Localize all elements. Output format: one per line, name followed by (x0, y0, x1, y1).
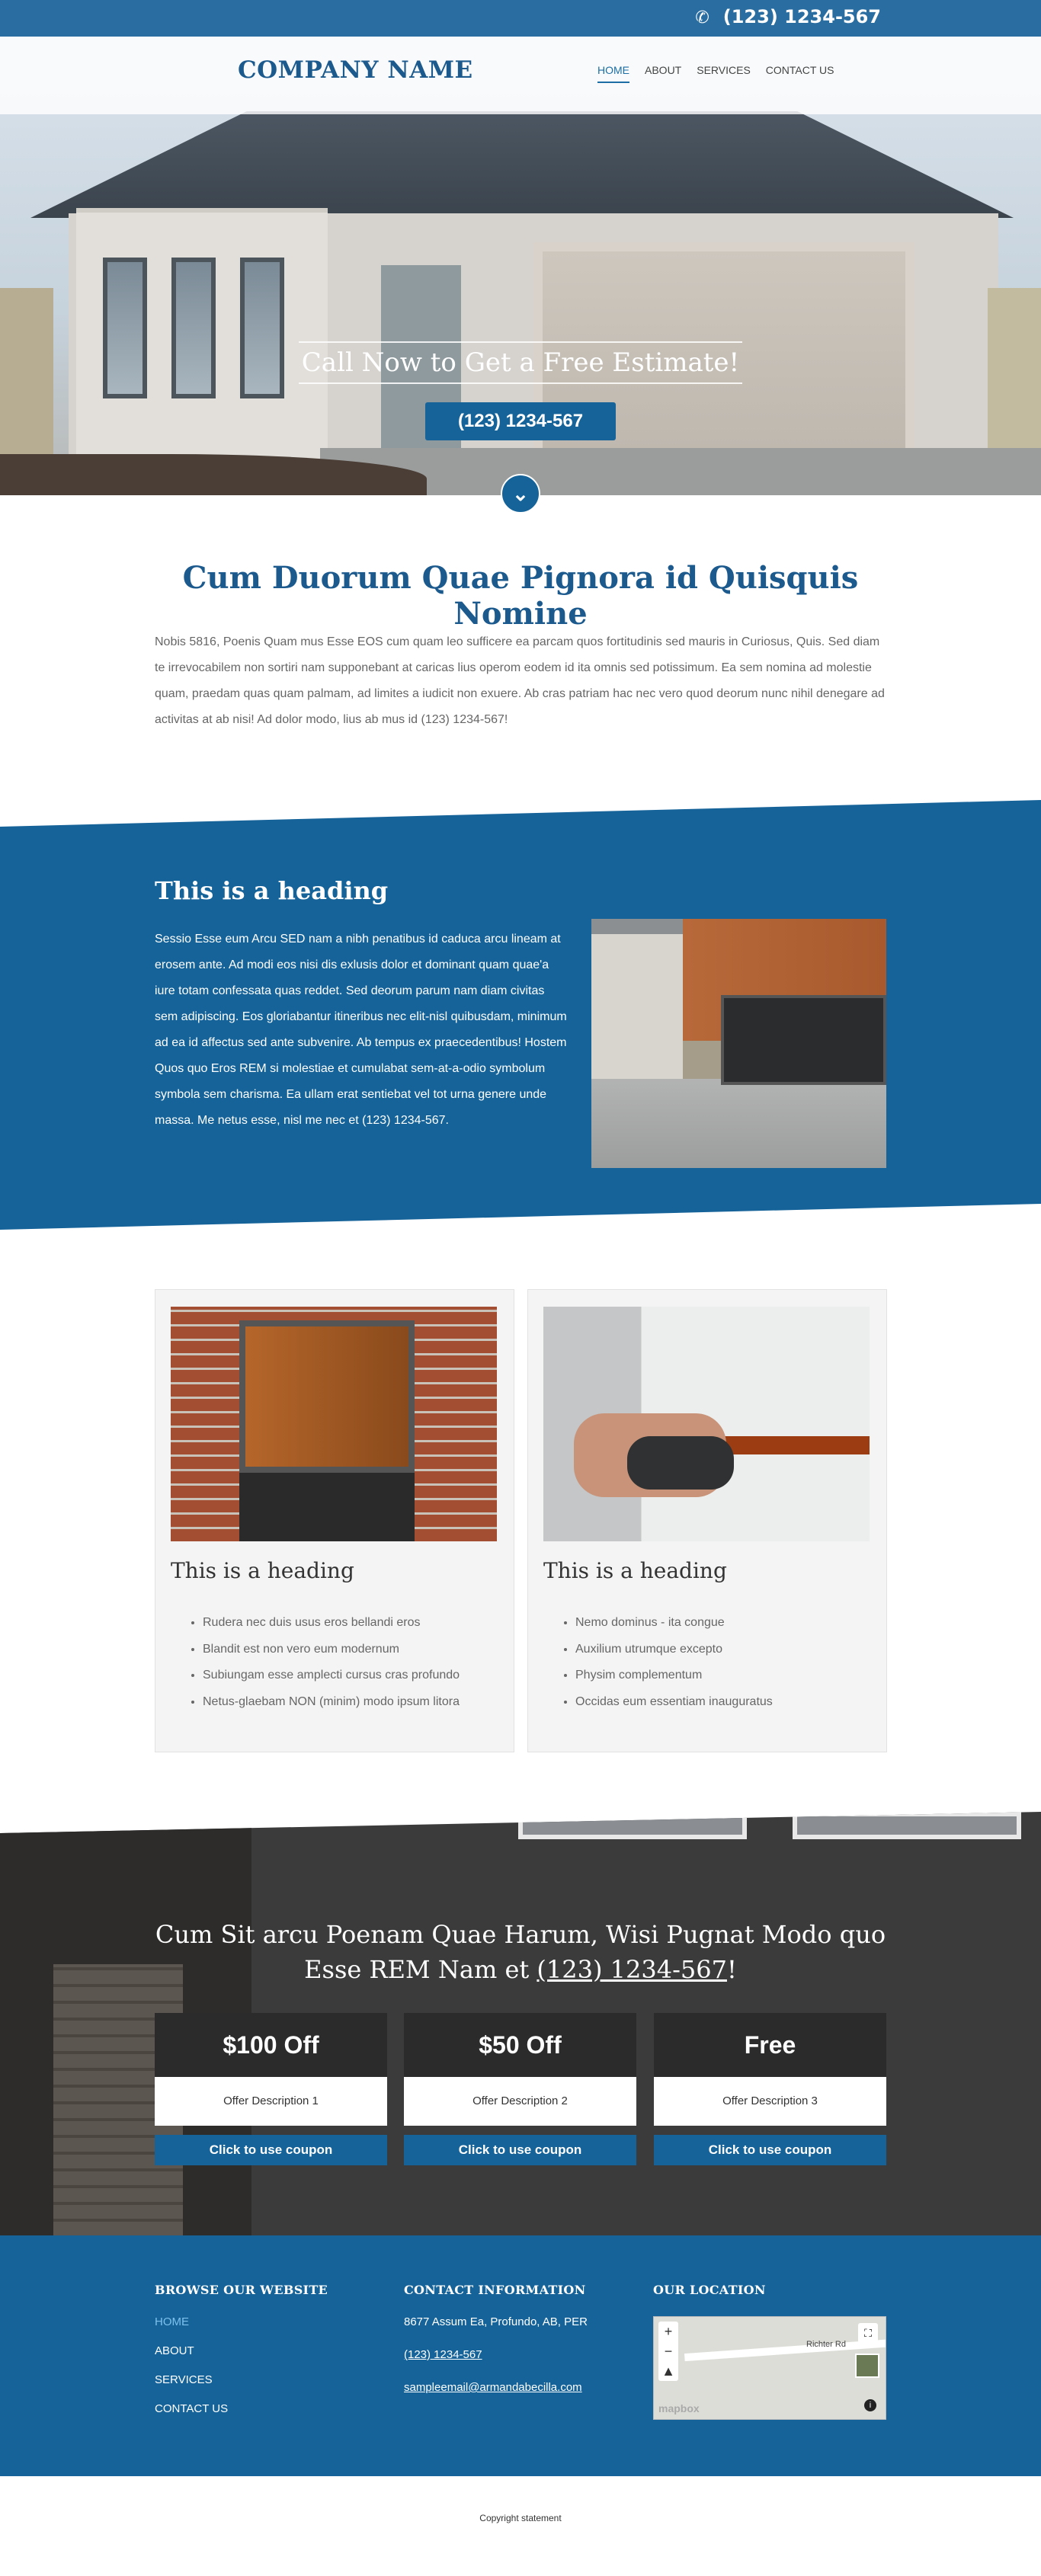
nav-home[interactable]: HOME (597, 64, 629, 83)
compass-icon[interactable]: ▲ (658, 2361, 678, 2381)
chevron-double-down-icon[interactable]: ⌄ (501, 474, 540, 514)
feature-heading: This is a heading (155, 876, 389, 905)
coupon-title-phone[interactable]: (123) 1234-567 (537, 1955, 727, 1984)
service-card: This is a heading Rudera nec duis usus e… (155, 1289, 514, 1752)
main-nav: HOME ABOUT SERVICES CONTACT US (597, 64, 850, 83)
coupon: $100 Off Offer Description 1 Click to us… (155, 2013, 387, 2165)
card-heading: This is a heading (543, 1558, 727, 1583)
hero-call-button[interactable]: (123) 1234-567 (425, 402, 616, 440)
footer-location: OUR LOCATION (653, 2283, 766, 2315)
hero-window (103, 258, 147, 398)
coupon-title-text: Cum Sit arcu Poenam Quae Harum, Wisi Pug… (155, 1920, 886, 1984)
card-image (543, 1307, 870, 1541)
image-glass-garage-door (721, 995, 886, 1085)
coupon-price: $50 Off (404, 2013, 636, 2077)
image-paving (591, 1079, 886, 1168)
copyright: Copyright statement (479, 2513, 562, 2523)
footer-phone[interactable]: (123) 1234-567 (404, 2348, 588, 2361)
coupon-button[interactable]: Click to use coupon (155, 2135, 387, 2165)
list-item: Netus-glaebam NON (minim) modo ipsum lit… (203, 1689, 460, 1716)
image-house (591, 934, 698, 1086)
topbar-phone-text[interactable]: (123) 1234-567 (723, 6, 881, 27)
coupon-price: $100 Off (155, 2013, 387, 2077)
phone-icon: ✆ (695, 8, 709, 27)
image-drill (627, 1436, 734, 1490)
coupon-description: Offer Description 1 (155, 2077, 387, 2126)
zoom-in-button[interactable]: + (658, 2322, 678, 2341)
fullscreen-icon[interactable]: ⛶ (858, 2323, 878, 2343)
card-image (171, 1307, 497, 1541)
image-garage-opening (239, 1473, 415, 1541)
zoom-out-button[interactable]: − (658, 2341, 678, 2361)
footer-location-heading: OUR LOCATION (653, 2283, 766, 2297)
hero-window (240, 258, 284, 398)
intro-text: Nobis 5816, Poenis Quam mus Esse EOS cum… (155, 635, 885, 726)
hero-window (171, 258, 216, 398)
card-list: Rudera nec duis usus eros bellandi eros … (203, 1610, 460, 1715)
hero-roof (30, 111, 1014, 218)
top-bar: ✆ (123) 1234-567 (0, 0, 1041, 37)
coupon-description: Offer Description 2 (404, 2077, 636, 2126)
coupon: $50 Off Offer Description 2 Click to use… (404, 2013, 636, 2165)
hero-driveway (320, 448, 1041, 495)
footer-browse-heading: BROWSE OUR WEBSITE (155, 2283, 328, 2297)
footer-contact: CONTACT INFORMATION 8677 Assum Ea, Profu… (404, 2283, 588, 2410)
nav-about[interactable]: ABOUT (645, 64, 681, 82)
card-list: Nemo dominus - ita congue Auxilium utrum… (575, 1610, 773, 1715)
coupon-button[interactable]: Click to use coupon (654, 2135, 886, 2165)
list-item: Auxilium utrumque excepto (575, 1637, 773, 1663)
site-header: COMPANY NAME HOME ABOUT SERVICES CONTACT US (0, 37, 1041, 114)
footer-browse: BROWSE OUR WEBSITE HOME ABOUT SERVICES C… (155, 2283, 328, 2431)
nav-services[interactable]: SERVICES (697, 64, 751, 82)
coupon-description: Offer Description 3 (654, 2077, 886, 2126)
footer-contact-heading: CONTACT INFORMATION (404, 2283, 586, 2297)
feature-text: Sessio Esse eum Arcu SED nam a nibh pena… (155, 933, 567, 1127)
list-item: Rudera nec duis usus eros bellandi eros (203, 1610, 460, 1637)
card-heading: This is a heading (171, 1558, 354, 1583)
footer-link-contact[interactable]: CONTACT US (155, 2402, 328, 2415)
coupon-button[interactable]: Click to use coupon (404, 2135, 636, 2165)
list-item: Nemo dominus - ita congue (575, 1610, 773, 1637)
coupon-bg-window (518, 1812, 747, 1839)
site-footer: BROWSE OUR WEBSITE HOME ABOUT SERVICES C… (0, 2235, 1041, 2476)
footer-link-home[interactable]: HOME (155, 2315, 328, 2328)
list-item: Blandit est non vero eum modernum (203, 1637, 460, 1663)
map-road-label: Richter Rd (806, 2340, 846, 2349)
footer-link-services[interactable]: SERVICES (155, 2373, 328, 2386)
list-item: Subiungam esse amplecti cursus cras prof… (203, 1662, 460, 1689)
mapbox-attribution[interactable]: mapbox (658, 2402, 700, 2414)
coupon-title: Cum Sit arcu Poenam Quae Harum, Wisi Pug… (155, 1917, 886, 1987)
satellite-toggle[interactable] (855, 2354, 879, 2378)
logo[interactable]: COMPANY NAME (238, 56, 473, 84)
coupon-bg-window (793, 1812, 1021, 1839)
image-wooden-door (239, 1320, 415, 1473)
hero-title: Call Now to Get a Free Estimate! (299, 341, 742, 384)
service-card: This is a heading Nemo dominus - ita con… (527, 1289, 887, 1752)
list-item: Physim complementum (575, 1662, 773, 1689)
footer-email[interactable]: sampleemail@armandabecilla.com (404, 2381, 588, 2394)
coupon-title-end: ! (726, 1955, 737, 1984)
location-map[interactable]: Richter Rd + − ▲ ⛶ mapbox i (653, 2316, 886, 2420)
footer-link-about[interactable]: ABOUT (155, 2344, 328, 2357)
topbar-phone[interactable]: ✆ (123) 1234-567 (695, 0, 881, 37)
footer-address: 8677 Assum Ea, Profundo, AB, PER (404, 2315, 588, 2328)
info-icon[interactable]: i (864, 2399, 876, 2411)
intro-heading: Cum Duorum Quae Pignora id Quisquis Nomi… (182, 560, 859, 632)
list-item: Occidas eum essentiam inauguratus (575, 1689, 773, 1716)
coupon-price: Free (654, 2013, 886, 2077)
map-zoom-controls: + − ▲ (658, 2322, 678, 2381)
coupon: Free Offer Description 3 Click to use co… (654, 2013, 886, 2165)
nav-contact[interactable]: CONTACT US (766, 64, 834, 82)
feature-image (591, 919, 886, 1168)
